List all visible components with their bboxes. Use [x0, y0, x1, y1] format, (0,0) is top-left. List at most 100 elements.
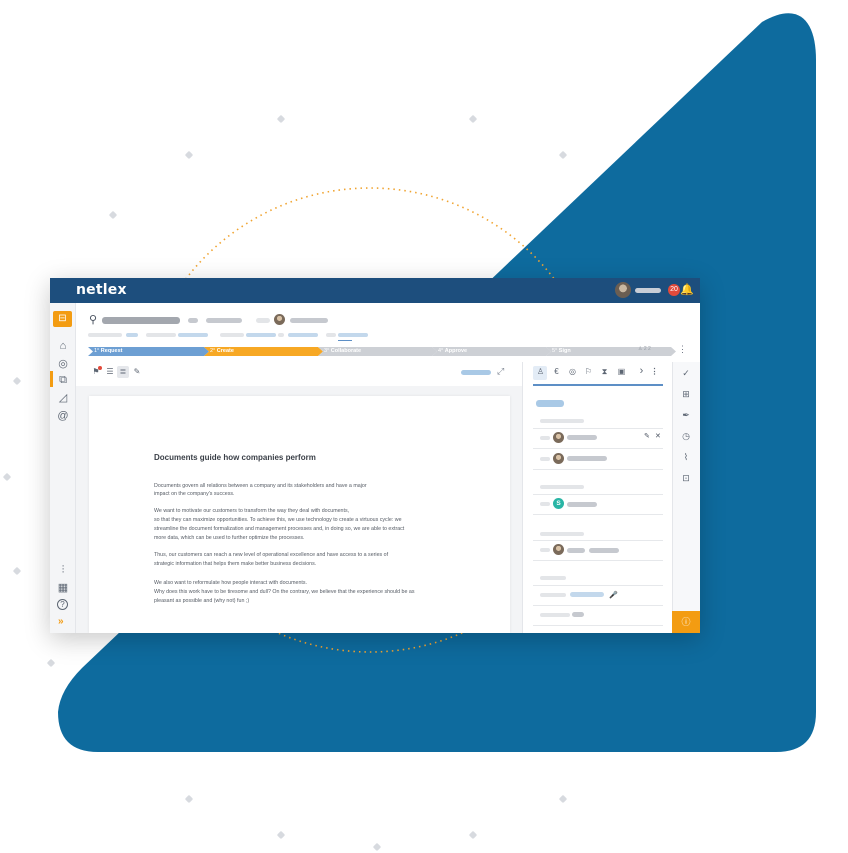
- participant-avatar[interactable]: [553, 544, 564, 555]
- panel-separator: [533, 428, 663, 429]
- bell-icon[interactable]: 🔔: [680, 283, 694, 297]
- netlex-logo: netlex: [76, 282, 127, 298]
- chevron-right-icon[interactable]: ›: [636, 366, 647, 377]
- step-label: Approve: [444, 348, 468, 354]
- search-list-icon[interactable]: ⊞: [680, 388, 692, 400]
- comments-icon[interactable]: ⊡: [680, 472, 692, 484]
- participant-name-placeholder: [589, 548, 619, 553]
- calendar-icon[interactable]: ▦: [56, 581, 70, 595]
- document-line: so that they can maximize opportunities.…: [154, 517, 402, 523]
- list-icon[interactable]: ☰: [104, 366, 116, 378]
- participant-name-placeholder: [567, 435, 597, 440]
- step-collaborate[interactable]: 3° Collaborate: [318, 347, 437, 356]
- more-icon[interactable]: ⋮: [678, 344, 687, 354]
- meta-placeholder: [126, 333, 138, 337]
- help-icon[interactable]: ?: [57, 599, 68, 610]
- expand-icon[interactable]: »: [58, 616, 64, 627]
- active-indicator: [50, 371, 53, 387]
- participant-avatar[interactable]: [553, 432, 564, 443]
- participant-name-placeholder: [567, 548, 585, 553]
- panel-label-placeholder: [540, 485, 584, 489]
- pen-icon[interactable]: ✒: [680, 409, 692, 421]
- meta-placeholder: [220, 333, 244, 337]
- step-create[interactable]: 2° Create: [204, 347, 323, 356]
- euro-tab-icon[interactable]: €: [551, 366, 562, 377]
- step-meta: ♙ 2 2: [638, 346, 651, 352]
- document-line: Documents govern all relations between a…: [154, 483, 367, 489]
- panel-label-placeholder: [540, 419, 584, 423]
- meta-placeholder: [326, 333, 336, 337]
- document-line: more data, which can be used to further …: [154, 535, 305, 541]
- status-placeholder: [461, 370, 491, 375]
- meta-placeholder: [278, 333, 284, 337]
- more-tabs-icon[interactable]: ⋮: [649, 366, 660, 377]
- panel-separator: [533, 585, 663, 586]
- participant-initial[interactable]: S: [553, 498, 564, 509]
- row-placeholder: [540, 502, 550, 506]
- step-request[interactable]: 1° Request: [88, 347, 209, 356]
- meta-placeholder: [288, 333, 318, 337]
- camera-tab-icon[interactable]: ▣: [616, 366, 627, 377]
- panel-separator: [533, 605, 663, 606]
- notice-dot: [98, 366, 102, 370]
- workflow-steps: 1° Request 2° Create 3° Collaborate 4° A…: [88, 347, 688, 356]
- step-number: 4°: [438, 348, 444, 354]
- target-tab-icon[interactable]: ◎: [567, 366, 578, 377]
- row-placeholder: [540, 593, 566, 597]
- top-bar: netlex 20 🔔: [50, 278, 700, 303]
- text-icon[interactable]: ≣: [117, 366, 129, 378]
- user-avatar[interactable]: [615, 282, 631, 298]
- header-placeholder: [206, 318, 242, 323]
- notification-badge: 20: [668, 284, 680, 296]
- document-line: streamline the document formalization an…: [154, 526, 405, 532]
- row-placeholder: [540, 613, 570, 617]
- header-placeholder: [256, 318, 270, 323]
- app-switch-icon[interactable]: ⊟: [53, 311, 72, 327]
- paperclip-icon[interactable]: ⌇: [680, 451, 692, 463]
- field-placeholder: [572, 612, 584, 617]
- timer-tab-icon[interactable]: ⧗: [599, 366, 610, 377]
- document-title: Documents guide how companies perform: [154, 453, 316, 462]
- participant-avatar[interactable]: [553, 453, 564, 464]
- mic-icon[interactable]: 🎤: [609, 591, 618, 599]
- home-icon[interactable]: ⌂: [56, 339, 70, 353]
- history-icon[interactable]: ◷: [680, 430, 692, 442]
- participant-name-placeholder: [567, 502, 597, 507]
- documents-icon[interactable]: ⧉: [56, 373, 70, 387]
- edit-icon[interactable]: ✎: [131, 366, 143, 378]
- signature-icon[interactable]: ◿: [56, 391, 70, 405]
- filters-icon[interactable]: ⫶: [56, 563, 70, 577]
- chat-icon[interactable]: ◎: [56, 357, 70, 371]
- step-label: Sign: [558, 348, 571, 354]
- row-placeholder: [540, 436, 550, 440]
- close-icon[interactable]: ✕: [655, 433, 661, 441]
- step-number: 3°: [324, 348, 330, 354]
- document-line: pleasant as possible and (why not) fun ;…: [154, 598, 250, 604]
- step-approve[interactable]: 4° Approve: [432, 347, 551, 356]
- document-page[interactable]: [89, 396, 510, 633]
- flag-tab-icon[interactable]: ⚐: [583, 366, 594, 377]
- left-sidebar: ⊟ ⌂ ◎ ⧉ ◿ @ ⫶ ▦ ? »: [50, 303, 76, 633]
- document-line: We want to motivate our customers to tra…: [154, 508, 350, 514]
- user-tab-icon[interactable]: ♙: [535, 366, 546, 377]
- actions-column: [672, 362, 700, 633]
- step-label: Collaborate: [330, 348, 362, 354]
- meta-placeholder: [88, 333, 122, 337]
- header-placeholder: [188, 318, 198, 323]
- check-icon[interactable]: ✓: [680, 367, 692, 379]
- at-icon[interactable]: @: [56, 409, 70, 423]
- meta-placeholder: [246, 333, 276, 337]
- meta-placeholder: [338, 333, 368, 337]
- fullscreen-icon[interactable]: ⤢: [497, 366, 504, 377]
- info-icon[interactable]: ⓘ: [672, 611, 700, 633]
- step-number: 1°: [94, 348, 100, 354]
- owner-avatar[interactable]: [274, 314, 285, 325]
- panel-separator: [533, 469, 663, 470]
- step-number: 2°: [210, 348, 216, 354]
- meta-placeholder: [146, 333, 176, 337]
- panel-separator: [533, 448, 663, 449]
- field-placeholder: [570, 592, 604, 597]
- row-placeholder: [540, 548, 550, 552]
- step-label: Create: [216, 348, 234, 354]
- pencil-icon[interactable]: ✎: [644, 433, 650, 441]
